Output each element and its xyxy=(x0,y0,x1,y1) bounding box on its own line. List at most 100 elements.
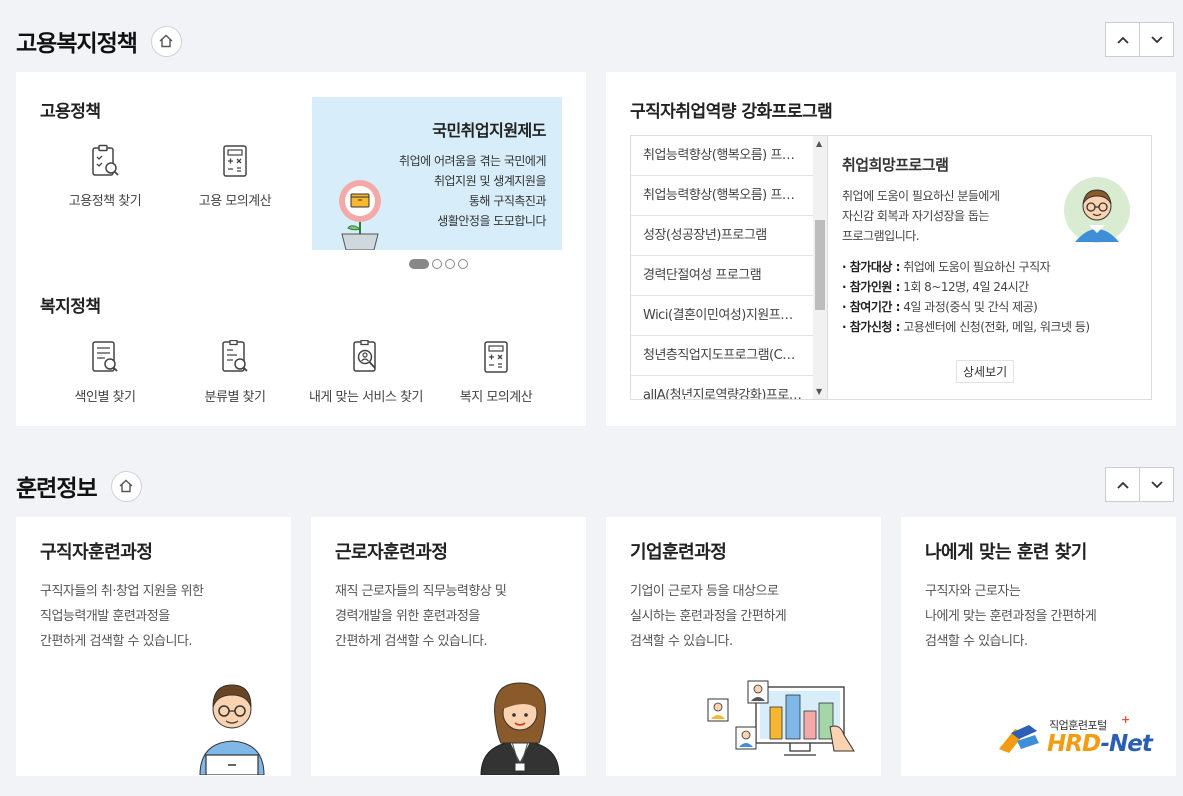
welfare-index-item[interactable]: 색인별 찾기 xyxy=(40,340,170,405)
section-employment-header: 고용복지정책 xyxy=(16,24,182,58)
programs-card: 구직자취업역량 강화프로그램 취업능력향상(행복오름) 프로그램 취업능력향상(… xyxy=(606,72,1176,426)
banner-line: 취업에 어려움을 겪는 국민에게 xyxy=(399,154,546,168)
desc-line: 재직 근로자들의 직무능력향상 및 xyxy=(335,584,507,599)
desc-line: 기업이 근로자 등을 대상으로 xyxy=(630,584,779,599)
hrd-net-logo[interactable]: 직업훈련포털 + HRD-Net xyxy=(995,713,1155,761)
banner-pagination xyxy=(409,259,471,269)
chevron-down-icon xyxy=(1150,35,1163,43)
policy-find-item[interactable]: 고용정책 찾기 xyxy=(40,144,170,209)
info-value: 취업에 도움이 필요하신 구직자 xyxy=(899,260,1051,274)
company-illustration xyxy=(707,680,855,756)
flower-pot-illustration xyxy=(339,180,381,250)
pagination-dot[interactable] xyxy=(445,259,455,269)
welfare-calc-label: 복지 모의계산 xyxy=(459,390,533,405)
info-key: · 참가인원 : xyxy=(842,280,900,294)
detail-info-row: · 참가신청 : 고용센터에 신청(전화, 메일, 워크넷 등) xyxy=(842,317,1090,337)
banner-title: 국민취업지원제도 xyxy=(432,121,546,140)
desc-line: 구직자와 근로자는 xyxy=(925,584,1021,599)
scroll-up-button[interactable] xyxy=(1105,22,1140,57)
training-card-worker[interactable]: 근로자훈련과정 재직 근로자들의 직무능력향상 및 경력개발을 위한 훈련과정을… xyxy=(311,517,586,776)
desc-line: 검색할 수 있습니다. xyxy=(630,634,733,649)
info-key: · 참가대상 : xyxy=(842,260,900,274)
training-card-title: 근로자훈련과정 xyxy=(335,542,448,563)
training-card-desc: 구직자들의 취·창업 지원을 위한 직업능력개발 훈련과정을 간편하게 검색할 … xyxy=(40,579,204,654)
detail-title: 취업희망프로그램 xyxy=(842,156,949,174)
detail-info-row: · 참여기간 : 4일 과정(중식 및 간식 제공) xyxy=(842,297,1090,317)
desc-line: 구직자들의 취·창업 지원을 위한 xyxy=(40,584,204,599)
training-card-match[interactable]: 나에게 맞는 훈련 찾기 구직자와 근로자는 나에게 맞는 훈련과정을 간편하게… xyxy=(901,517,1176,776)
counselor-avatar xyxy=(1064,177,1130,243)
scroll-down-icon[interactable]: ▼ xyxy=(816,387,822,396)
scroll-up-button[interactable] xyxy=(1105,467,1140,502)
banner-line: 통해 구직촉진과 xyxy=(468,194,547,208)
list-item[interactable]: 청년층직업지도프로그램(CAP+) xyxy=(631,336,815,376)
pagination-dot[interactable] xyxy=(432,259,442,269)
chevron-up-icon xyxy=(1116,36,1129,44)
training-card-company[interactable]: 기업훈련과정 기업이 근로자 등을 대상으로 실시하는 훈련과정을 간편하게 검… xyxy=(606,517,881,776)
policy-calc-label: 고용 모의계산 xyxy=(198,194,272,209)
policy-find-label: 고용정책 찾기 xyxy=(68,194,142,209)
training-card-desc: 구직자와 근로자는 나에게 맞는 훈련과정을 간편하게 검색할 수 있습니다. xyxy=(925,579,1097,654)
detail-info-row: · 참가인원 : 1회 8~12명, 4일 24시간 xyxy=(842,277,1090,297)
clipboard-search-icon xyxy=(92,144,119,176)
logo-big-text: HRD-Net xyxy=(1047,731,1153,757)
welfare-index-label: 색인별 찾기 xyxy=(74,390,136,405)
desc-line: 검색할 수 있습니다. xyxy=(925,634,1028,649)
list-scrollbar[interactable]: ▲ ▼ xyxy=(813,136,827,399)
list-item[interactable]: Wici(결혼이민여성)지원프로그램 xyxy=(631,296,815,336)
training-card-title: 기업훈련과정 xyxy=(630,542,727,563)
list-item[interactable]: allA(청년지로역량강화)프로그램 xyxy=(631,376,815,399)
pagination-dot[interactable] xyxy=(458,259,468,269)
jobseeker-illustration xyxy=(199,684,265,775)
detail-info-row: · 참가대상 : 취업에 도움이 필요하신 구직자 xyxy=(842,257,1090,277)
home-button[interactable] xyxy=(150,25,182,57)
welfare-category-label: 분류별 찾기 xyxy=(204,390,266,405)
info-key: · 참가신청 : xyxy=(842,320,900,334)
list-item[interactable]: 취업능력향상(행복오름) 프로그램 xyxy=(631,176,815,216)
chevron-down-icon xyxy=(1150,480,1163,488)
detail-more-button[interactable]: 상세보기 xyxy=(956,360,1015,383)
training-card-title: 나에게 맞는 훈련 찾기 xyxy=(925,542,1087,563)
scroll-up-icon[interactable]: ▲ xyxy=(816,139,822,148)
banner-line: 취업지원 및 생계지원을 xyxy=(433,174,547,188)
training-card-desc: 기업이 근로자 등을 대상으로 실시하는 훈련과정을 간편하게 검색할 수 있습… xyxy=(630,579,787,654)
program-banner[interactable]: 국민취업지원제도 취업에 어려움을 겪는 국민에게 취업지원 및 생계지원을 통… xyxy=(312,97,562,250)
info-key: · 참여기간 : xyxy=(842,300,900,314)
list-item[interactable]: 경력단절여성 프로그램 xyxy=(631,256,815,296)
scroll-down-button[interactable] xyxy=(1139,467,1174,502)
welfare-heading: 복지정책 xyxy=(40,297,101,317)
calculator-icon xyxy=(223,145,247,177)
list-item[interactable]: 성장(성공장년)프로그램 xyxy=(631,216,815,256)
section-title: 고용복지정책 xyxy=(16,31,138,57)
programs-heading: 구직자취업역량 강화프로그램 xyxy=(630,102,833,122)
section-training-header: 훈련정보 xyxy=(16,469,142,503)
desc-line: 실시하는 훈련과정을 간편하게 xyxy=(630,609,787,624)
index-search-icon xyxy=(92,341,118,372)
pagination-dot[interactable] xyxy=(409,259,429,269)
desc-line: 직업능력개발 훈련과정을 xyxy=(40,609,170,624)
desc-line: 나에게 맞는 훈련과정을 간편하게 xyxy=(925,609,1097,624)
scrollbar-thumb[interactable] xyxy=(815,220,825,310)
detail-desc-line: 자신감 회복과 자기성장을 돕는 xyxy=(842,209,989,223)
policy-calc-item[interactable]: 고용 모의계산 xyxy=(170,144,300,209)
policy-heading: 고용정책 xyxy=(40,102,101,122)
section-title: 훈련정보 xyxy=(16,476,98,502)
program-list: 취업능력향상(행복오름) 프로그램 취업능력향상(행복오름) 프로그램 성장(성… xyxy=(630,135,828,400)
welfare-category-item[interactable]: 분류별 찾기 xyxy=(170,339,300,405)
training-card-jobseeker[interactable]: 구직자훈련과정 구직자들의 취·창업 지원을 위한 직업능력개발 훈련과정을 간… xyxy=(16,517,291,776)
logo-hrd: HRD xyxy=(1047,731,1101,757)
home-icon xyxy=(159,34,173,48)
welfare-custom-item[interactable]: 내게 맞는 서비스 찾기 xyxy=(301,339,431,405)
detail-desc-line: 취업에 도움이 필요하신 분들에게 xyxy=(842,189,1000,203)
program-detail: 취업희망프로그램 취업에 도움이 필요하신 분들에게 자신감 회복과 자기성장을… xyxy=(828,135,1152,400)
worker-illustration xyxy=(480,682,560,775)
section-training-nav xyxy=(1105,467,1174,502)
detail-desc: 취업에 도움이 필요하신 분들에게 자신감 회복과 자기성장을 돕는 프로그램입… xyxy=(842,186,1000,246)
banner-desc: 취업에 어려움을 겪는 국민에게 취업지원 및 생계지원을 통해 구직촉진과 생… xyxy=(399,151,546,231)
training-card-title: 구직자훈련과정 xyxy=(40,542,153,563)
list-item[interactable]: 취업능력향상(행복오름) 프로그램 xyxy=(631,136,815,176)
home-button[interactable] xyxy=(110,470,142,502)
desc-line: 경력개발을 위한 훈련과정을 xyxy=(335,609,480,624)
scroll-down-button[interactable] xyxy=(1139,22,1174,57)
welfare-calc-item[interactable]: 복지 모의계산 xyxy=(431,340,561,405)
